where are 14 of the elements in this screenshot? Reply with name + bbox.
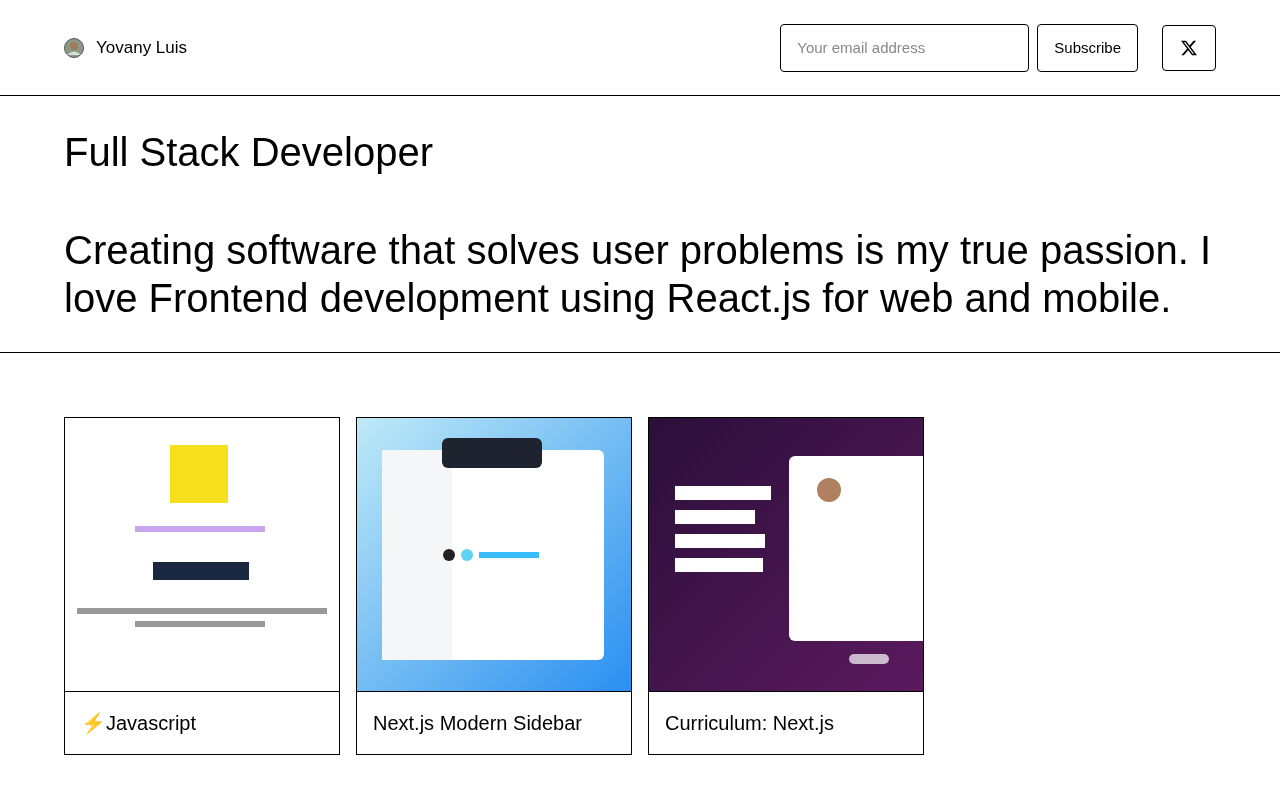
post-title[interactable]: Next.js Modern Sidebar — [357, 692, 631, 754]
post-title[interactable]: Curriculum: Next.js — [649, 692, 923, 754]
post-title[interactable]: ⚡Javascript — [65, 692, 339, 754]
page-title: Full Stack Developer — [64, 129, 435, 176]
x-logo-icon — [1181, 39, 1197, 56]
post-card[interactable]: Next.js Modern Sidebar — [356, 417, 632, 755]
subscribe-button[interactable]: Subscribe — [1037, 23, 1138, 72]
email-field[interactable]: Your email address — [780, 23, 1030, 72]
x-social-button[interactable] — [1162, 24, 1216, 71]
post-card[interactable]: Curriculum: Next.js — [648, 417, 924, 755]
bio-text: Creating software that solves user problems is my true passion. I love Frontend development using React.js for web and mobile. — [64, 227, 1213, 322]
post-card[interactable]: ⚡Javascript — [64, 417, 340, 755]
avatar-icon — [64, 37, 84, 58]
author-name[interactable]: Yovany Luis — [96, 37, 188, 58]
